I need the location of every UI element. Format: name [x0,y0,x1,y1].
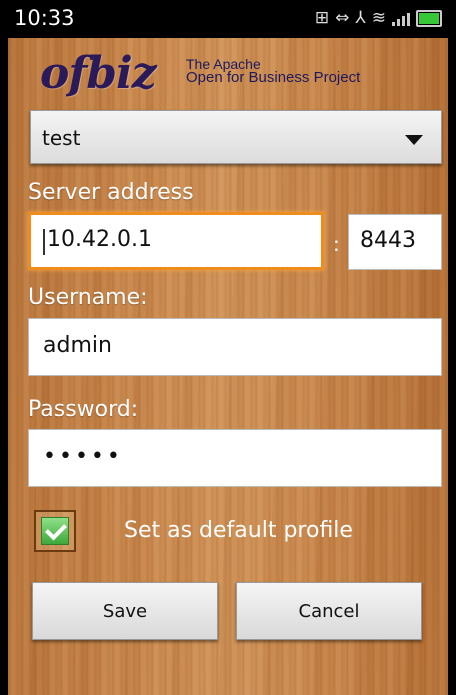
password-value: ••••• [43,444,123,469]
server-port-value: 8443 [360,228,416,253]
default-profile-checkbox[interactable] [34,510,76,552]
server-address-label: Server address [28,180,194,205]
logo-tagline: The Apache Open for Business Project [186,57,361,86]
wifi-icon: ≋ [371,8,386,28]
grid-icon: ⊞ [314,8,330,28]
logo-tagline-line2: Open for Business Project [186,69,361,86]
default-profile-label[interactable]: Set as default profile [124,518,353,543]
username-value: admin [43,333,112,358]
ofbiz-logo: ofbiz The Apache Open for Business Proje… [40,48,380,99]
battery-icon [416,9,442,27]
debug-icon: ⅄ [355,8,366,28]
server-address-value: 10.42.0.1 [47,227,152,252]
save-button[interactable]: Save [32,582,218,640]
checkmark-icon [41,517,69,545]
username-label: Username: [28,285,148,310]
password-label: Password: [28,397,139,422]
profile-dropdown[interactable]: test [30,110,442,164]
status-time: 10:33 [14,6,75,30]
dropdown-arrow-icon [405,135,423,145]
text-caret [43,229,45,255]
usb-icon: ⇔ [335,8,350,28]
cancel-button[interactable]: Cancel [236,582,422,640]
port-separator: : [333,232,340,256]
password-input[interactable]: ••••• [28,429,442,487]
app-screen: 10:33 ⊞ ⇔ ⅄ ≋ ofbiz The Apache Open for … [8,0,448,695]
signal-icon [392,10,410,26]
status-icons: ⊞ ⇔ ⅄ ≋ [315,8,442,28]
profile-dropdown-value: test [42,126,81,150]
username-input[interactable]: admin [28,318,442,376]
status-bar: 10:33 ⊞ ⇔ ⅄ ≋ [8,0,448,38]
server-port-input[interactable]: 8443 [348,214,442,270]
logo-wordmark: ofbiz [40,48,157,99]
server-address-input[interactable]: 10.42.0.1 [28,212,324,270]
